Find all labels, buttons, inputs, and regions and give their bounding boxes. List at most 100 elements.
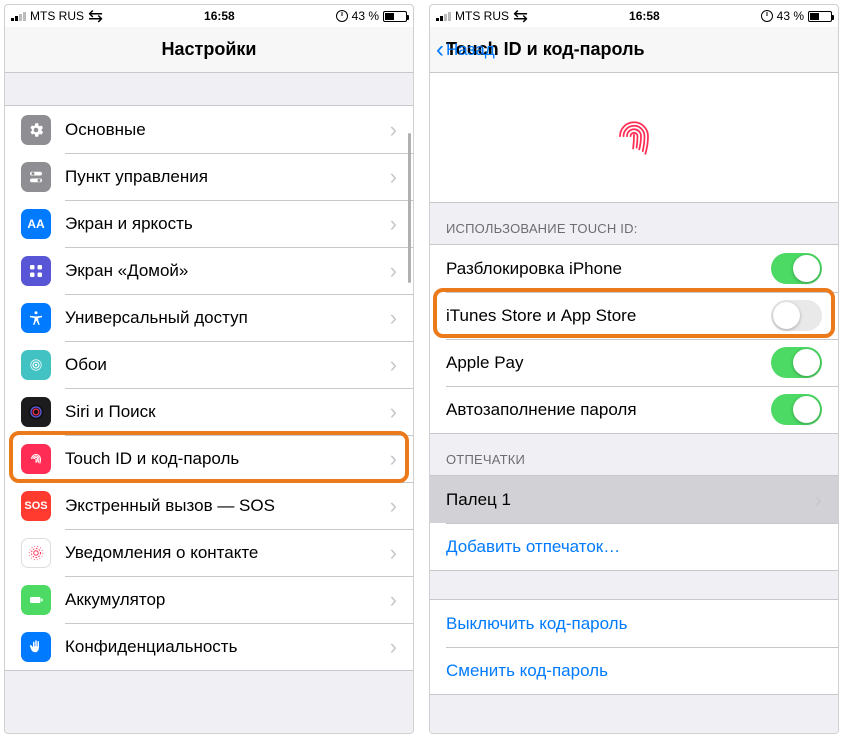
row-label: Конфиденциальность: [65, 637, 390, 657]
scroll-indicator: [408, 133, 411, 283]
status-bar: MTS RUS ⇆ 16:58 43 %: [5, 5, 413, 27]
settings-row-siri[interactable]: Siri и Поиск ›: [5, 388, 413, 435]
settings-row-wallpaper[interactable]: Обои ›: [5, 341, 413, 388]
home-grid-icon: [21, 256, 51, 286]
siri-icon: [21, 397, 51, 427]
row-label: iTunes Store и App Store: [446, 306, 771, 326]
alarm-icon: [336, 10, 348, 22]
toggle-switch[interactable]: [771, 253, 822, 284]
chevron-right-icon: ›: [390, 446, 397, 472]
row-label: Сменить код-пароль: [446, 661, 822, 681]
row-label: Аккумулятор: [65, 590, 390, 610]
signal-icon: [436, 11, 451, 21]
status-bar: MTS RUS ⇆ 16:58 43 %: [430, 5, 838, 27]
toggle-row-itunes[interactable]: iTunes Store и App Store: [430, 292, 838, 339]
row-label: Разблокировка iPhone: [446, 259, 771, 279]
gear-icon: [21, 115, 51, 145]
toggle-switch[interactable]: [771, 394, 822, 425]
settings-scroll[interactable]: Основные › Пункт управления › AA Экран и…: [5, 73, 413, 733]
wifi-icon: ⇆: [88, 7, 103, 25]
phone-settings-main: MTS RUS ⇆ 16:58 43 % Настройки Основные …: [4, 4, 414, 734]
group-header-usage: ИСПОЛЬЗОВАНИЕ TOUCH ID:: [430, 203, 838, 244]
alarm-icon: [761, 10, 773, 22]
row-label: Apple Pay: [446, 353, 771, 373]
page-title: Настройки: [162, 39, 257, 60]
chevron-right-icon: ›: [390, 634, 397, 660]
phone-touchid-settings: MTS RUS ⇆ 16:58 43 % ‹ Назад Touch ID и …: [429, 4, 839, 734]
toggle-row-applepay[interactable]: Apple Pay: [430, 339, 838, 386]
group-header-fingerprints: ОТПЕЧАТКИ: [430, 434, 838, 475]
sos-icon: SOS: [21, 491, 51, 521]
row-label: Палец 1: [446, 490, 815, 510]
turn-off-passcode-button[interactable]: Выключить код-пароль: [430, 600, 838, 647]
chevron-right-icon: ›: [815, 487, 822, 513]
wifi-icon: ⇆: [513, 7, 528, 25]
battery-icon: [808, 11, 832, 22]
text-size-icon: AA: [21, 209, 51, 239]
settings-row-sos[interactable]: SOS Экстренный вызов — SOS ›: [5, 482, 413, 529]
chevron-right-icon: ›: [390, 587, 397, 613]
change-passcode-button[interactable]: Сменить код-пароль: [430, 647, 838, 694]
row-label: Универсальный доступ: [65, 308, 390, 328]
settings-row-home[interactable]: Экран «Домой» ›: [5, 247, 413, 294]
settings-row-general[interactable]: Основные ›: [5, 106, 413, 153]
row-label: Выключить код-пароль: [446, 614, 822, 634]
chevron-right-icon: ›: [390, 540, 397, 566]
back-button[interactable]: ‹ Назад: [436, 27, 495, 72]
chevron-right-icon: ›: [390, 352, 397, 378]
settings-row-touchid[interactable]: Touch ID и код-пароль ›: [5, 435, 413, 482]
toggle-switch[interactable]: [771, 347, 822, 378]
row-label: Уведомления о контакте: [65, 543, 390, 563]
row-label: Siri и Поиск: [65, 402, 390, 422]
settings-row-control-center[interactable]: Пункт управления ›: [5, 153, 413, 200]
fingerprint-hero: [430, 73, 838, 203]
battery-pct: 43 %: [777, 9, 804, 23]
toggle-row-unlock[interactable]: Разблокировка iPhone: [430, 245, 838, 292]
row-label: Основные: [65, 120, 390, 140]
accessibility-icon: [21, 303, 51, 333]
row-label: Добавить отпечаток…: [446, 537, 822, 557]
row-label: Экстренный вызов — SOS: [65, 496, 390, 516]
fingerprint-icon: [21, 444, 51, 474]
chevron-right-icon: ›: [390, 258, 397, 284]
settings-row-accessibility[interactable]: Универсальный доступ ›: [5, 294, 413, 341]
chevron-right-icon: ›: [390, 493, 397, 519]
settings-row-exposure[interactable]: Уведомления о контакте ›: [5, 529, 413, 576]
add-fingerprint-button[interactable]: Добавить отпечаток…: [430, 523, 838, 570]
touchid-scroll[interactable]: ИСПОЛЬЗОВАНИЕ TOUCH ID: Разблокировка iP…: [430, 73, 838, 733]
chevron-right-icon: ›: [390, 117, 397, 143]
fingerprint-row[interactable]: Палец 1 ›: [430, 476, 838, 523]
exposure-icon: [21, 538, 51, 568]
nav-header: ‹ Назад Touch ID и код-пароль: [430, 27, 838, 73]
settings-row-privacy[interactable]: Конфиденциальность ›: [5, 623, 413, 670]
clock: 16:58: [629, 9, 660, 23]
row-label: Экран «Домой»: [65, 261, 390, 281]
battery-pct: 43 %: [352, 9, 379, 23]
back-label: Назад: [446, 40, 495, 60]
settings-row-battery[interactable]: Аккумулятор ›: [5, 576, 413, 623]
chevron-left-icon: ‹: [436, 38, 444, 62]
row-label: Пункт управления: [65, 167, 390, 187]
row-label: Обои: [65, 355, 390, 375]
battery-icon: [383, 11, 407, 22]
carrier-label: MTS RUS: [455, 9, 509, 23]
chevron-right-icon: ›: [390, 164, 397, 190]
settings-row-display[interactable]: AA Экран и яркость ›: [5, 200, 413, 247]
toggle-row-autofill[interactable]: Автозаполнение пароля: [430, 386, 838, 433]
chevron-right-icon: ›: [390, 305, 397, 331]
carrier-label: MTS RUS: [30, 9, 84, 23]
row-label: Автозаполнение пароля: [446, 400, 771, 420]
nav-header: Настройки: [5, 27, 413, 73]
wallpaper-icon: [21, 350, 51, 380]
row-label: Экран и яркость: [65, 214, 390, 234]
fingerprint-icon: [606, 110, 662, 166]
chevron-right-icon: ›: [390, 399, 397, 425]
signal-icon: [11, 11, 26, 21]
chevron-right-icon: ›: [390, 211, 397, 237]
row-label: Touch ID и код-пароль: [65, 449, 390, 469]
toggles-icon: [21, 162, 51, 192]
clock: 16:58: [204, 9, 235, 23]
battery-icon: [21, 585, 51, 615]
hand-icon: [21, 632, 51, 662]
toggle-switch[interactable]: [771, 300, 822, 331]
